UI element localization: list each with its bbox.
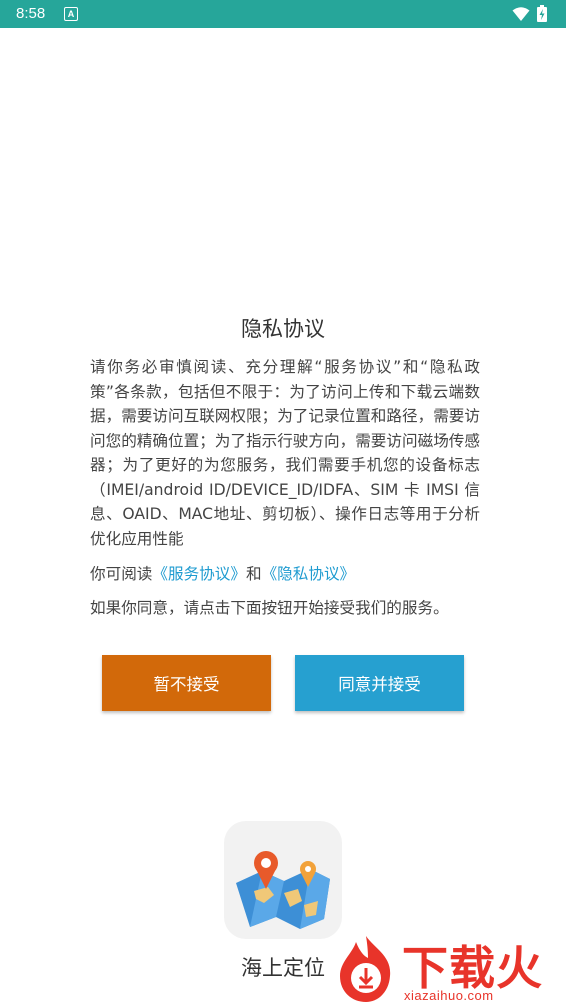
watermark-url: xiazaihuo.com: [404, 988, 494, 1003]
status-bar: 8:58 A: [0, 0, 566, 28]
dialog-title: 隐私协议: [241, 317, 325, 341]
read-prefix: 你可阅读: [90, 565, 153, 583]
decline-button[interactable]: 暂不接受: [102, 655, 271, 711]
watermark: 下载火 xiazaihuo.com: [334, 932, 566, 1006]
status-time: 8:58: [16, 5, 46, 22]
and-text: 和: [245, 565, 262, 583]
privacy-agreement-link[interactable]: 《隐私协议》: [262, 565, 356, 583]
wifi-icon: [512, 7, 530, 21]
battery-charging-icon: [537, 5, 547, 22]
privacy-body-text: 请你务必审慎阅读、充分理解“服务协议”和“隐私政策”各条款，包括但不限于：为了访…: [90, 358, 480, 548]
notification-icon: A: [64, 7, 78, 21]
map-pin-icon: [236, 851, 330, 929]
app-logo: [224, 821, 342, 939]
read-links-line: 你可阅读《服务协议》和《隐私协议》: [90, 562, 490, 584]
flame-download-icon: [340, 936, 391, 1002]
agree-instruction: 如果你同意，请点击下面按钮开始接受我们的服务。: [90, 599, 449, 617]
service-agreement-link[interactable]: 《服务协议》: [152, 565, 246, 583]
accept-button[interactable]: 同意并接受: [295, 655, 464, 711]
